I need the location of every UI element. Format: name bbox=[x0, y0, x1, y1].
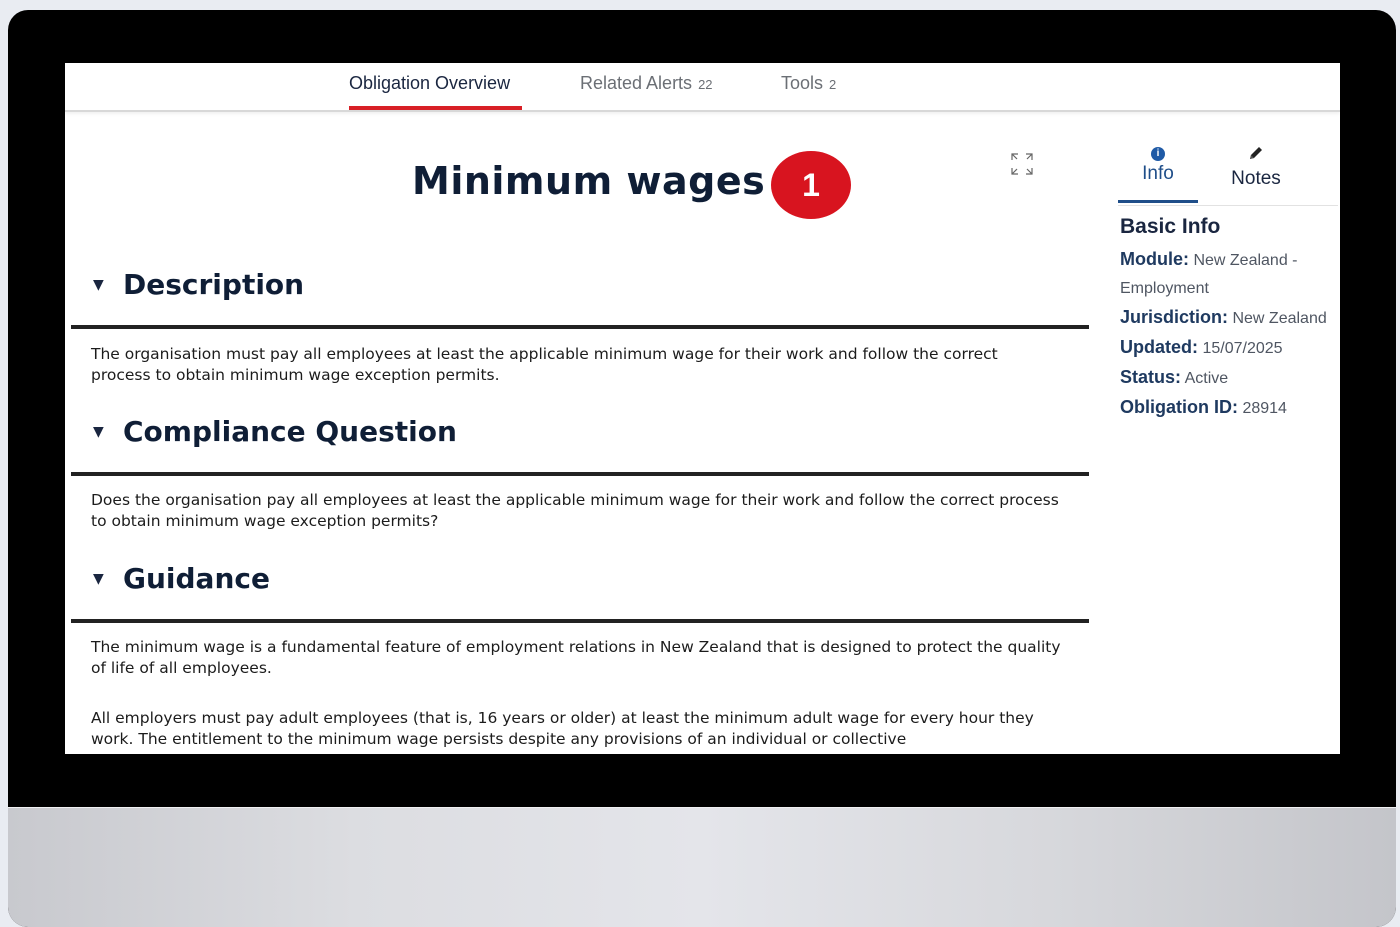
description-text: The organisation must pay all employees … bbox=[91, 345, 998, 384]
tab-related-alerts[interactable]: Related Alerts 22 bbox=[580, 73, 713, 110]
info-field-status: Status: Active bbox=[1120, 363, 1330, 393]
caret-down-icon: ▼ bbox=[93, 570, 104, 587]
info-icon: i bbox=[1151, 147, 1165, 161]
field-key: Module: bbox=[1120, 249, 1189, 269]
field-key: Jurisdiction: bbox=[1120, 307, 1229, 327]
info-field-updated: Updated: 15/07/2025 bbox=[1120, 333, 1330, 363]
info-field-jurisdiction: Jurisdiction: New Zealand bbox=[1120, 303, 1330, 333]
step-badge: 1 bbox=[771, 151, 851, 219]
expand-icon[interactable] bbox=[1009, 151, 1035, 177]
guidance-paragraph: All employers must pay adult employees (… bbox=[91, 709, 1034, 748]
pencil-icon bbox=[1250, 147, 1262, 159]
guidance-section-toggle[interactable]: ▼ Guidance bbox=[93, 562, 270, 595]
tab-label: Obligation Overview bbox=[349, 73, 511, 93]
field-value: 28914 bbox=[1242, 400, 1287, 417]
section-title: Guidance bbox=[123, 562, 270, 595]
tab-tools[interactable]: Tools 2 bbox=[781, 73, 836, 110]
section-title: Description bbox=[123, 268, 305, 301]
field-value: New Zealand bbox=[1232, 310, 1327, 327]
guidance-paragraph: The minimum wage is a fundamental featur… bbox=[91, 638, 1061, 677]
caret-down-icon: ▼ bbox=[93, 276, 104, 293]
tab-label: Tools bbox=[781, 73, 824, 93]
field-key: Updated: bbox=[1120, 337, 1198, 357]
page-title: Minimum wages bbox=[412, 159, 766, 203]
section-divider bbox=[71, 325, 1089, 329]
monitor-chin bbox=[8, 807, 1396, 927]
field-value: 15/07/2025 bbox=[1202, 340, 1283, 357]
app-screen: Obligation Overview Related Alerts 22 Too… bbox=[65, 63, 1340, 754]
section-divider bbox=[71, 472, 1089, 476]
field-key: Obligation ID: bbox=[1120, 397, 1238, 417]
side-tab-label: Info bbox=[1142, 163, 1174, 184]
field-value: Active bbox=[1184, 370, 1229, 387]
tab-count: 22 bbox=[698, 77, 713, 92]
basic-info-panel: Basic Info Module: New Zealand - Employm… bbox=[1120, 215, 1330, 423]
side-panel-tabs: i Info Notes bbox=[1118, 143, 1338, 206]
description-section-toggle[interactable]: ▼ Description bbox=[93, 268, 304, 301]
compliance-section-toggle[interactable]: ▼ Compliance Question bbox=[93, 415, 457, 448]
info-field-obligation-id: Obligation ID: 28914 bbox=[1120, 393, 1330, 423]
tab-count: 2 bbox=[829, 77, 837, 92]
compliance-question-text: Does the organisation pay all employees … bbox=[91, 491, 1059, 530]
tab-label: Related Alerts bbox=[580, 73, 693, 93]
basic-info-heading: Basic Info bbox=[1120, 215, 1221, 238]
caret-down-icon: ▼ bbox=[93, 423, 104, 440]
field-key: Status: bbox=[1120, 367, 1182, 387]
section-divider bbox=[71, 619, 1089, 623]
tab-obligation-overview[interactable]: Obligation Overview bbox=[349, 73, 522, 110]
info-field-module: Module: New Zealand - Employment bbox=[1120, 245, 1330, 303]
top-tab-bar: Obligation Overview Related Alerts 22 Too… bbox=[65, 63, 1340, 112]
monitor-frame: Obligation Overview Related Alerts 22 Too… bbox=[8, 10, 1396, 927]
section-title: Compliance Question bbox=[123, 415, 457, 448]
side-tab-label: Notes bbox=[1231, 168, 1281, 189]
side-tab-info[interactable]: i Info bbox=[1118, 143, 1198, 203]
side-tab-notes[interactable]: Notes bbox=[1216, 143, 1296, 190]
